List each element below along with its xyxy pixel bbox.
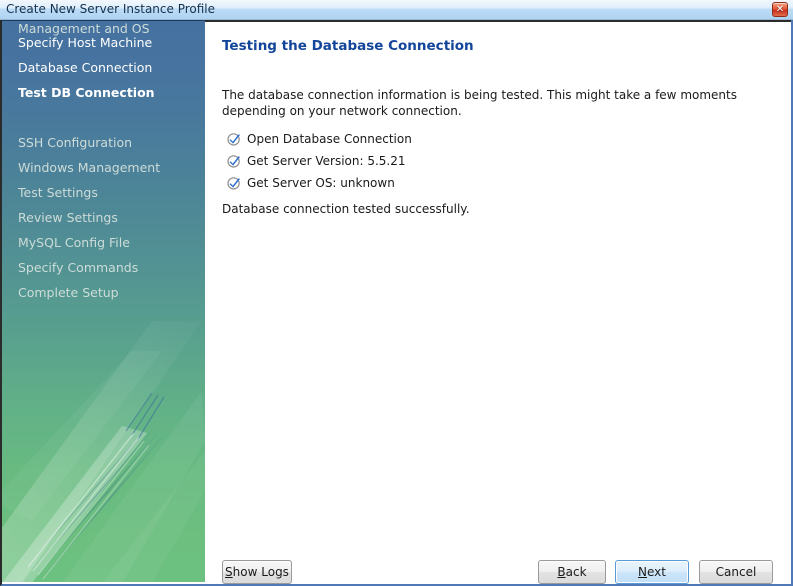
show-logs-mnemonic: S xyxy=(225,565,233,579)
sidebar-item-specify-commands[interactable]: Specify Commands xyxy=(18,260,138,275)
sidebar-item-label: Windows Management xyxy=(18,160,161,175)
check-circle-icon xyxy=(227,154,241,168)
swoosh-graphic xyxy=(2,321,205,582)
sidebar-item-label: MySQL Config File xyxy=(18,235,130,250)
task-item-get-server-version: Get Server Version: 5.5.21 xyxy=(222,152,722,174)
cancel-button[interactable]: Cancel xyxy=(699,560,773,584)
check-circle-icon xyxy=(227,176,241,190)
wizard-window: Create New Server Instance Profile ✕ Spe… xyxy=(0,0,793,586)
sidebar-item-label: Test DB Connection xyxy=(18,85,155,100)
close-icon: ✕ xyxy=(775,4,785,15)
sidebar-item-label: Review Settings xyxy=(18,210,118,225)
next-label: ext xyxy=(647,565,666,579)
task-list: Open Database Connection Get Server Vers… xyxy=(222,130,722,196)
sidebar-item-database-connection[interactable]: Database Connection xyxy=(18,60,152,75)
page-title: Testing the Database Connection xyxy=(222,38,474,54)
sidebar-item-label: Database Connection xyxy=(18,60,153,75)
sidebar-item-label: SSH Configuration xyxy=(18,135,133,150)
sidebar-item-mysql-config-file[interactable]: MySQL Config File xyxy=(18,235,130,250)
show-logs-label: how Logs xyxy=(232,565,289,579)
sidebar-item-label: Specify Commands xyxy=(18,260,139,275)
sidebar-item-windows-management[interactable]: Windows Management xyxy=(18,160,160,175)
sidebar-item-label: Complete Setup xyxy=(18,285,119,300)
sidebar-item-management-and-os[interactable]: Management and OS xyxy=(18,21,150,36)
next-mnemonic: N xyxy=(638,565,647,579)
result-message: Database connection tested successfully. xyxy=(222,202,470,216)
window-frame: Specify Host Machine Database Connection… xyxy=(0,20,793,586)
close-button[interactable]: ✕ xyxy=(772,2,788,17)
show-logs-button[interactable]: Show Logs xyxy=(222,560,292,584)
sidebar-item-ssh-configuration[interactable]: SSH Configuration xyxy=(18,135,132,150)
check-circle-icon xyxy=(227,132,241,146)
sidebar-item-specify-host-machine[interactable]: Specify Host Machine xyxy=(18,35,152,50)
sidebar-decoration xyxy=(2,21,205,582)
sidebar-item-label: Management and OS xyxy=(18,21,150,36)
task-item-open-database-connection: Open Database Connection xyxy=(222,130,722,152)
back-mnemonic: B xyxy=(557,565,566,579)
sidebar-item-review-settings[interactable]: Review Settings xyxy=(18,210,118,225)
back-button[interactable]: Back xyxy=(538,560,606,584)
cancel-label: Cancel xyxy=(715,565,757,579)
sidebar-item-test-settings[interactable]: Test Settings xyxy=(18,185,98,200)
wizard-content-pane: Testing the Database Connection The data… xyxy=(205,20,791,584)
task-item-label: Open Database Connection xyxy=(247,132,412,146)
task-item-label: Get Server OS: unknown xyxy=(247,176,395,190)
task-item-get-server-os: Get Server OS: unknown xyxy=(222,174,722,196)
sidebar-item-label: Test Settings xyxy=(18,185,98,200)
title-bar: Create New Server Instance Profile ✕ xyxy=(0,0,793,20)
next-button[interactable]: Next xyxy=(615,560,689,584)
back-label: ack xyxy=(565,565,587,579)
page-description: The database connection information is b… xyxy=(222,88,737,118)
sidebar-item-complete-setup[interactable]: Complete Setup xyxy=(18,285,119,300)
sidebar-item-test-db-connection[interactable]: Test DB Connection xyxy=(18,85,155,100)
task-item-label: Get Server Version: 5.5.21 xyxy=(247,154,406,168)
wizard-step-sidebar: Specify Host Machine Database Connection… xyxy=(2,20,205,582)
window-title: Create New Server Instance Profile xyxy=(6,2,216,16)
sidebar-item-label: Specify Host Machine xyxy=(18,35,153,50)
